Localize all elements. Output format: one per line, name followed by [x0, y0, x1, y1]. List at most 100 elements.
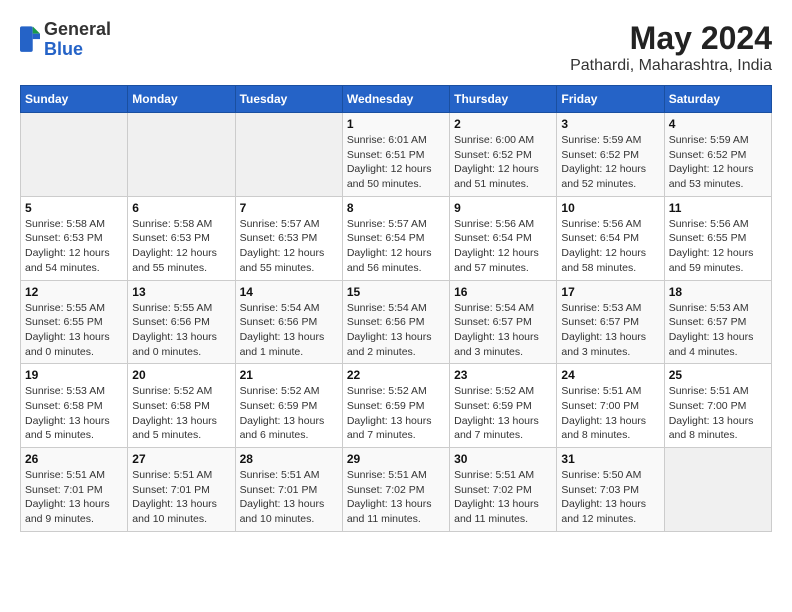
calendar-cell: 20Sunrise: 5:52 AM Sunset: 6:58 PM Dayli… — [128, 364, 235, 448]
calendar-cell: 12 Sunrise: 5:55 AM Sunset: 6:55 PM Dayli… — [21, 280, 128, 364]
calendar-week-5: 26 Sunrise: 5:51 AM Sunset: 7:01 PM Dayli… — [21, 448, 772, 532]
day-info: Sunrise: 5:52 AM Sunset: 6:59 PM Dayligh… — [454, 384, 552, 443]
day-number: 25 — [669, 368, 767, 382]
day-info: Sunrise: 5:54 AM Sunset: 6:56 PM Dayligh… — [240, 301, 338, 360]
day-number: 27 — [132, 452, 230, 466]
day-number: 7 — [240, 201, 338, 215]
day-info: Sunrise: 5:55 AM Sunset: 6:56 PM Dayligh… — [132, 301, 230, 360]
day-info: Sunrise: 5:53 AM Sunset: 6:58 PM Dayligh… — [25, 384, 123, 443]
day-number: 28 — [240, 452, 338, 466]
day-number: 5 — [25, 201, 123, 215]
day-number: 12 — [25, 285, 123, 299]
day-info: Sunrise: 5:58 AM Sunset: 6:53 PM Dayligh… — [25, 217, 123, 276]
weekday-header-thursday: Thursday — [450, 86, 557, 113]
day-number: 22 — [347, 368, 445, 382]
day-info: Sunrise: 5:51 AM Sunset: 7:02 PM Dayligh… — [347, 468, 445, 527]
day-info: Sunrise: 5:50 AM Sunset: 7:03 PM Dayligh… — [561, 468, 659, 527]
day-number: 8 — [347, 201, 445, 215]
calendar-cell — [128, 113, 235, 197]
page-header: General Blue May 2024 Pathardi, Maharash… — [20, 20, 772, 75]
day-number: 31 — [561, 452, 659, 466]
calendar-cell: 28 Sunrise: 5:51 AM Sunset: 7:01 PM Dayli… — [235, 448, 342, 532]
calendar-cell: 15Sunrise: 5:54 AM Sunset: 6:56 PM Dayli… — [342, 280, 449, 364]
logo: General Blue — [20, 20, 111, 60]
calendar-cell — [21, 113, 128, 197]
calendar-cell: 13 Sunrise: 5:55 AM Sunset: 6:56 PM Dayli… — [128, 280, 235, 364]
weekday-header-wednesday: Wednesday — [342, 86, 449, 113]
day-number: 23 — [454, 368, 552, 382]
day-number: 14 — [240, 285, 338, 299]
day-number: 30 — [454, 452, 552, 466]
day-info: Sunrise: 5:51 AM Sunset: 7:01 PM Dayligh… — [25, 468, 123, 527]
day-info: Sunrise: 5:51 AM Sunset: 7:01 PM Dayligh… — [240, 468, 338, 527]
day-info: Sunrise: 5:59 AM Sunset: 6:52 PM Dayligh… — [669, 133, 767, 192]
calendar-cell: 10 Sunrise: 5:56 AM Sunset: 6:54 PM Dayli… — [557, 196, 664, 280]
day-number: 13 — [132, 285, 230, 299]
calendar-cell: 18Sunrise: 5:53 AM Sunset: 6:57 PM Dayli… — [664, 280, 771, 364]
calendar-cell: 3 Sunrise: 5:59 AM Sunset: 6:52 PM Daylig… — [557, 113, 664, 197]
day-info: Sunrise: 5:58 AM Sunset: 6:53 PM Dayligh… — [132, 217, 230, 276]
day-number: 11 — [669, 201, 767, 215]
day-info: Sunrise: 5:52 AM Sunset: 6:58 PM Dayligh… — [132, 384, 230, 443]
calendar-cell: 25Sunrise: 5:51 AM Sunset: 7:00 PM Dayli… — [664, 364, 771, 448]
calendar-cell: 23 Sunrise: 5:52 AM Sunset: 6:59 PM Dayli… — [450, 364, 557, 448]
day-info: Sunrise: 6:01 AM Sunset: 6:51 PM Dayligh… — [347, 133, 445, 192]
page-title: May 2024 — [570, 20, 772, 57]
weekday-header-sunday: Sunday — [21, 86, 128, 113]
logo-icon — [20, 26, 40, 54]
day-info: Sunrise: 5:51 AM Sunset: 7:00 PM Dayligh… — [561, 384, 659, 443]
calendar-cell: 8Sunrise: 5:57 AM Sunset: 6:54 PM Daylig… — [342, 196, 449, 280]
title-block: May 2024 Pathardi, Maharashtra, India — [570, 20, 772, 75]
calendar-cell: 4 Sunrise: 5:59 AM Sunset: 6:52 PM Daylig… — [664, 113, 771, 197]
calendar-cell: 11Sunrise: 5:56 AM Sunset: 6:55 PM Dayli… — [664, 196, 771, 280]
calendar-cell: 16 Sunrise: 5:54 AM Sunset: 6:57 PM Dayli… — [450, 280, 557, 364]
day-number: 3 — [561, 117, 659, 131]
day-number: 26 — [25, 452, 123, 466]
calendar-cell: 26 Sunrise: 5:51 AM Sunset: 7:01 PM Dayli… — [21, 448, 128, 532]
logo-text: General Blue — [44, 20, 111, 60]
day-info: Sunrise: 5:59 AM Sunset: 6:52 PM Dayligh… — [561, 133, 659, 192]
weekday-header-tuesday: Tuesday — [235, 86, 342, 113]
weekday-header-saturday: Saturday — [664, 86, 771, 113]
day-number: 1 — [347, 117, 445, 131]
day-number: 15 — [347, 285, 445, 299]
logo-blue: Blue — [44, 40, 111, 60]
calendar-week-2: 5 Sunrise: 5:58 AM Sunset: 6:53 PM Daylig… — [21, 196, 772, 280]
calendar-cell: 22 Sunrise: 5:52 AM Sunset: 6:59 PM Dayli… — [342, 364, 449, 448]
weekday-header-friday: Friday — [557, 86, 664, 113]
calendar-week-3: 12 Sunrise: 5:55 AM Sunset: 6:55 PM Dayli… — [21, 280, 772, 364]
day-number: 2 — [454, 117, 552, 131]
day-info: Sunrise: 5:51 AM Sunset: 7:01 PM Dayligh… — [132, 468, 230, 527]
day-info: Sunrise: 5:56 AM Sunset: 6:54 PM Dayligh… — [561, 217, 659, 276]
calendar-cell: 7 Sunrise: 5:57 AM Sunset: 6:53 PM Daylig… — [235, 196, 342, 280]
day-info: Sunrise: 5:56 AM Sunset: 6:54 PM Dayligh… — [454, 217, 552, 276]
day-info: Sunrise: 5:53 AM Sunset: 6:57 PM Dayligh… — [669, 301, 767, 360]
calendar-cell: 27 Sunrise: 5:51 AM Sunset: 7:01 PM Dayli… — [128, 448, 235, 532]
day-number: 10 — [561, 201, 659, 215]
day-number: 4 — [669, 117, 767, 131]
calendar-header: SundayMondayTuesdayWednesdayThursdayFrid… — [21, 86, 772, 113]
day-number: 16 — [454, 285, 552, 299]
calendar-week-4: 19Sunrise: 5:53 AM Sunset: 6:58 PM Dayli… — [21, 364, 772, 448]
day-info: Sunrise: 5:57 AM Sunset: 6:53 PM Dayligh… — [240, 217, 338, 276]
calendar-week-1: 1 Sunrise: 6:01 AM Sunset: 6:51 PM Daylig… — [21, 113, 772, 197]
weekday-header-monday: Monday — [128, 86, 235, 113]
calendar-cell — [664, 448, 771, 532]
day-number: 21 — [240, 368, 338, 382]
day-info: Sunrise: 5:54 AM Sunset: 6:57 PM Dayligh… — [454, 301, 552, 360]
day-info: Sunrise: 5:52 AM Sunset: 6:59 PM Dayligh… — [347, 384, 445, 443]
day-info: Sunrise: 5:55 AM Sunset: 6:55 PM Dayligh… — [25, 301, 123, 360]
calendar-cell: 5 Sunrise: 5:58 AM Sunset: 6:53 PM Daylig… — [21, 196, 128, 280]
day-info: Sunrise: 6:00 AM Sunset: 6:52 PM Dayligh… — [454, 133, 552, 192]
calendar-body: 1 Sunrise: 6:01 AM Sunset: 6:51 PM Daylig… — [21, 113, 772, 532]
calendar-cell: 21 Sunrise: 5:52 AM Sunset: 6:59 PM Dayli… — [235, 364, 342, 448]
day-info: Sunrise: 5:52 AM Sunset: 6:59 PM Dayligh… — [240, 384, 338, 443]
calendar-cell: 29Sunrise: 5:51 AM Sunset: 7:02 PM Dayli… — [342, 448, 449, 532]
day-number: 6 — [132, 201, 230, 215]
weekday-row: SundayMondayTuesdayWednesdayThursdayFrid… — [21, 86, 772, 113]
calendar-cell: 14 Sunrise: 5:54 AM Sunset: 6:56 PM Dayli… — [235, 280, 342, 364]
calendar-cell: 17Sunrise: 5:53 AM Sunset: 6:57 PM Dayli… — [557, 280, 664, 364]
calendar-cell: 24 Sunrise: 5:51 AM Sunset: 7:00 PM Dayli… — [557, 364, 664, 448]
day-info: Sunrise: 5:53 AM Sunset: 6:57 PM Dayligh… — [561, 301, 659, 360]
day-number: 24 — [561, 368, 659, 382]
